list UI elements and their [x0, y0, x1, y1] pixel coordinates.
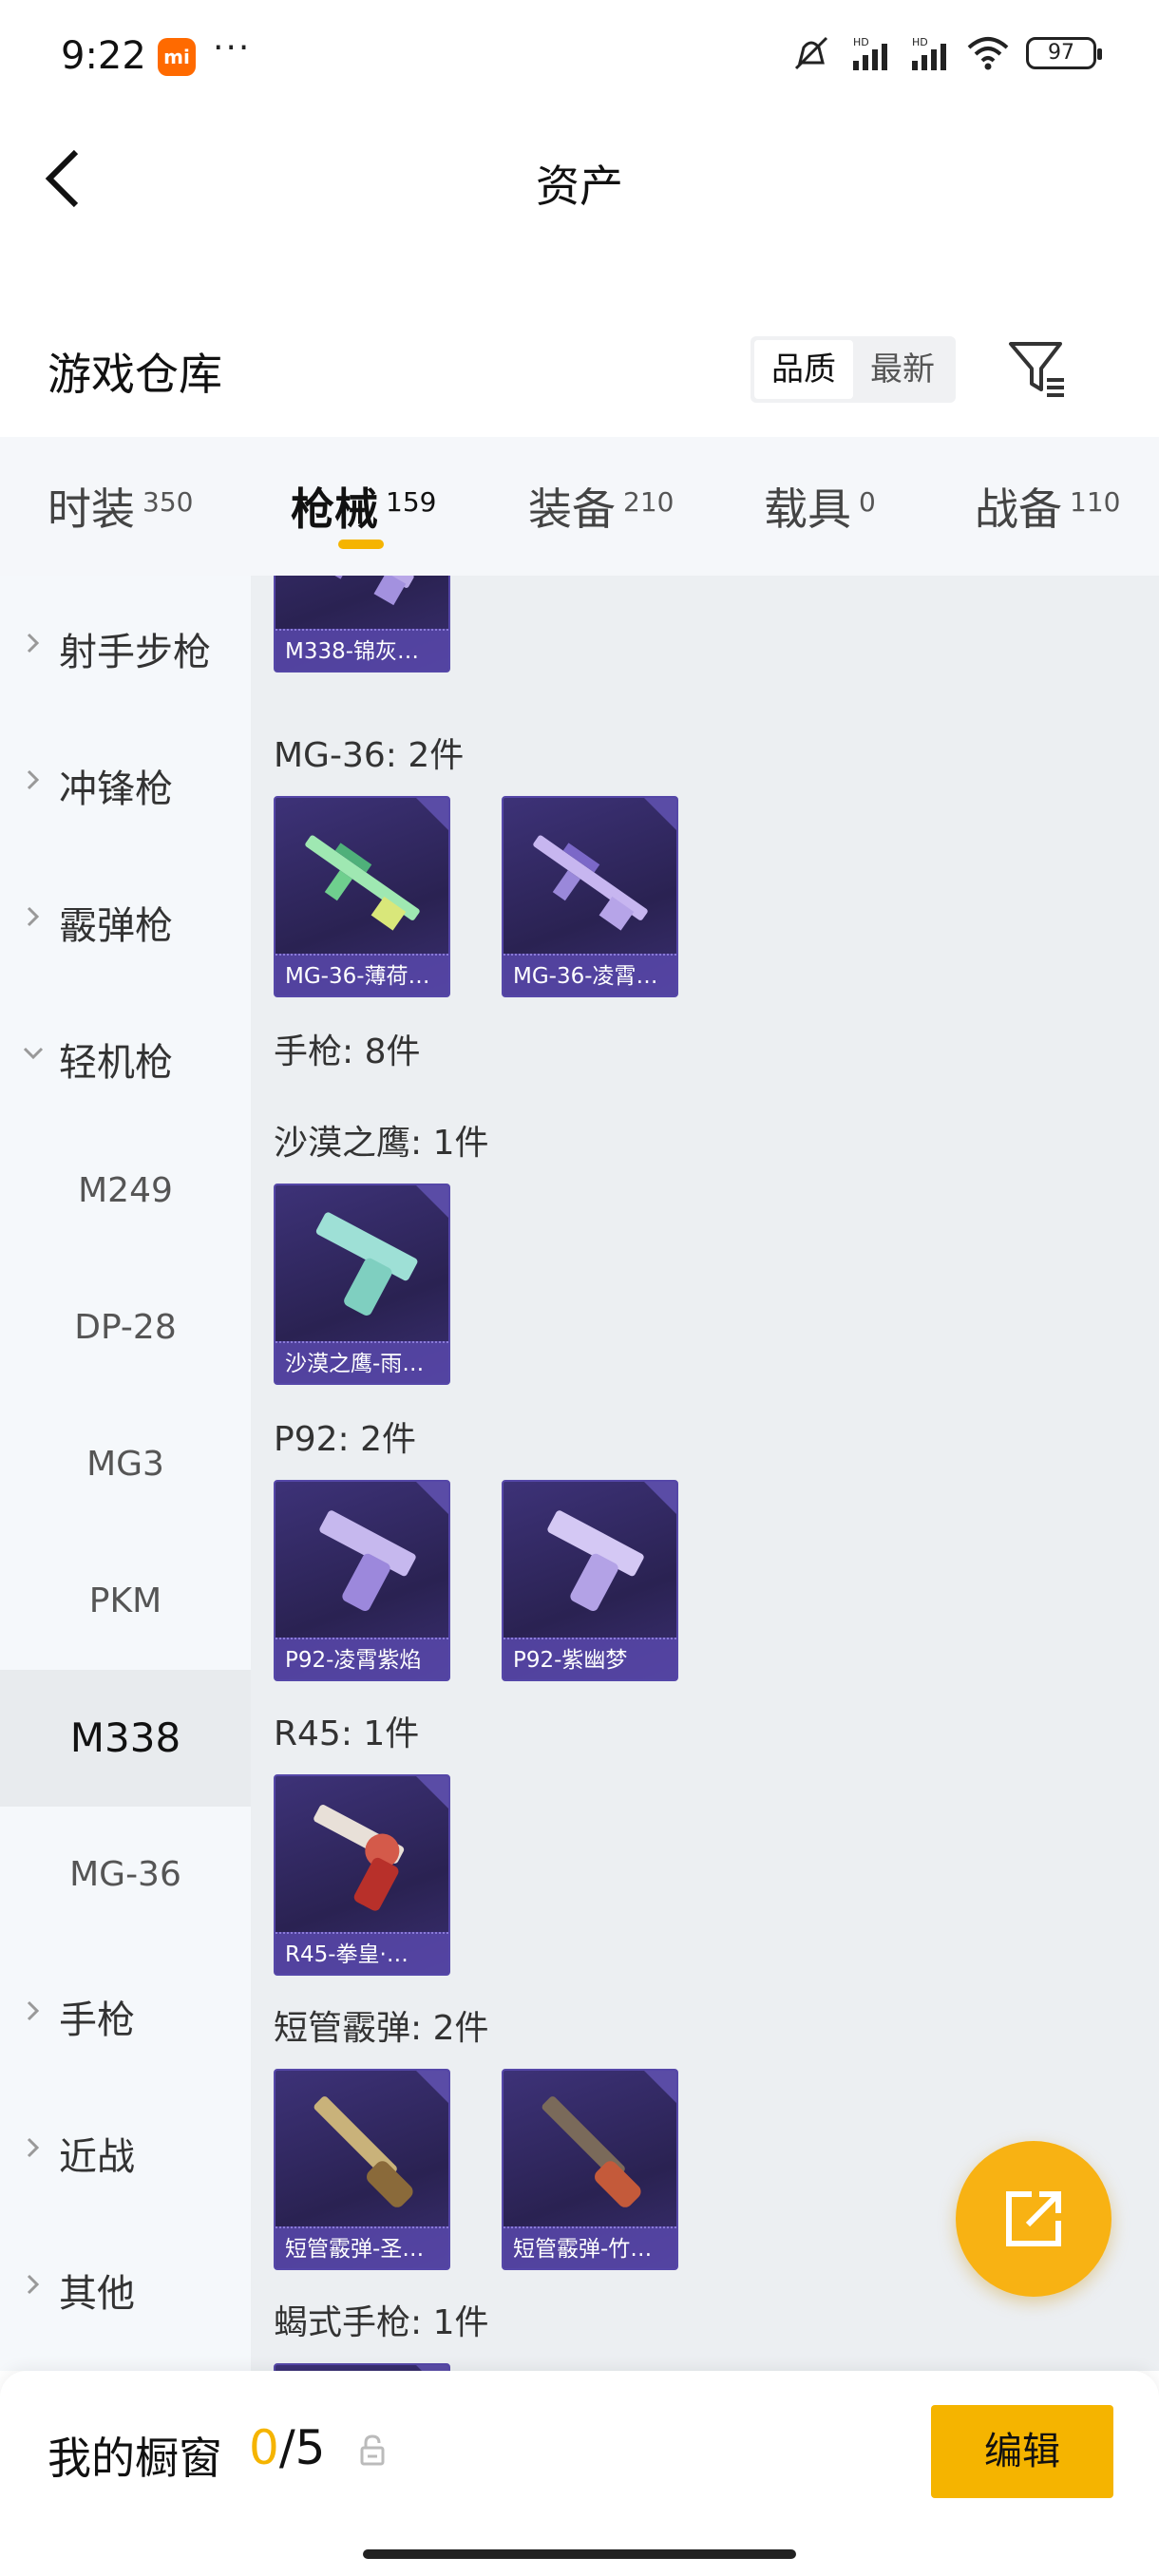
wifi-icon [967, 37, 1009, 70]
sidebar-sub-mg36[interactable]: MG-36 [0, 1807, 251, 1943]
signal-2-icon: HD [912, 36, 946, 70]
sidebar-sub-m249[interactable]: M249 [0, 1123, 251, 1260]
tab-firearms[interactable]: 枪械 159 [291, 475, 436, 538]
chevron-right-icon [27, 2137, 40, 2158]
filter-icon[interactable] [1005, 336, 1068, 399]
item-card[interactable]: 短管霰弹-圣… [274, 2069, 450, 2270]
sidebar-sub-m338[interactable]: M338 [0, 1670, 251, 1807]
group-title-mg36: MG-36: 2件 [274, 736, 465, 775]
chevron-right-icon [27, 769, 40, 790]
status-bar: 9:22 mi ··· HD HD 97 [0, 0, 1159, 112]
pistol-skin-icon [315, 1212, 418, 1316]
chevron-down-icon [23, 1047, 44, 1060]
tab-battle-gear[interactable]: 战备 110 [975, 475, 1120, 538]
group-title-p92: P92: 2件 [274, 1420, 416, 1459]
share-icon [1006, 2191, 1061, 2246]
sort-toggle: 品质 最新 [750, 336, 956, 403]
warehouse-title: 游戏仓库 [48, 349, 222, 400]
chevron-right-icon [27, 633, 40, 653]
chevron-right-icon [27, 906, 40, 927]
item-card[interactable]: 短管霰弹-竹… [502, 2069, 678, 2270]
item-card[interactable]: M338-锦灰… [274, 576, 450, 672]
sort-newest-button[interactable]: 最新 [853, 340, 952, 399]
page-title: 资产 [536, 161, 623, 212]
home-indicator[interactable] [363, 2549, 796, 2559]
group-title-desert-eagle: 沙漠之鹰: 1件 [274, 1124, 489, 1163]
category-tabs: 时装 350 枪械 159 装备 210 载具 0 战备 110 [0, 437, 1159, 576]
item-card[interactable]: R45-拳皇·… [274, 1774, 450, 1976]
svg-text:HD: HD [853, 36, 869, 48]
sidebar-item-marksman-rifle[interactable]: 射手步枪 [0, 576, 251, 712]
shotgun-skin-icon [314, 2096, 413, 2207]
sort-quality-button[interactable]: 品质 [754, 340, 853, 399]
chevron-right-icon [27, 2000, 40, 2021]
item-list: M338-锦灰… MG-36: 2件 MG-36-薄荷… MG-36-凌霄… 手… [251, 576, 1159, 2371]
pistol-skin-icon [319, 1510, 416, 1611]
item-card[interactable]: MG-36-凌霄… [502, 796, 678, 997]
showcase-title: 我的橱窗 [48, 2433, 222, 2484]
lock-icon [360, 2434, 385, 2466]
sidebar-item-lmg[interactable]: 轻机枪 [0, 986, 251, 1123]
category-sidebar: 射手步枪 冲锋枪 霰弹枪 轻机枪 M249 DP-28 MG3 PKM M338… [0, 576, 251, 2371]
active-tab-indicator [338, 540, 384, 549]
sidebar-sub-pkm[interactable]: PKM [0, 1533, 251, 1670]
tab-fashion[interactable]: 时装 350 [48, 475, 193, 538]
rifle-skin-icon [533, 835, 648, 931]
group-title-sawed-off: 短管霰弹: 2件 [274, 2009, 489, 2048]
app-header: 资产 [0, 112, 1159, 245]
chevron-right-icon [27, 2274, 40, 2295]
sidebar-item-smg[interactable]: 冲锋枪 [0, 712, 251, 849]
tab-equipment[interactable]: 装备 210 [528, 475, 674, 538]
revolver-skin-icon [314, 1805, 405, 1911]
item-card[interactable]: MG-36-薄荷… [274, 796, 450, 997]
more-notifications-icon: ··· [213, 28, 252, 67]
signal-icon: HD [853, 36, 887, 70]
sidebar-sub-dp28[interactable]: DP-28 [0, 1260, 251, 1396]
pistol-skin-icon [547, 1510, 644, 1611]
sidebar-item-melee[interactable]: 近战 [0, 2080, 251, 2217]
item-card[interactable]: 沙漠之鹰-雨… [274, 1184, 450, 1385]
sidebar-sub-mg3[interactable]: MG3 [0, 1396, 251, 1533]
group-title-r45: R45: 1件 [274, 1714, 420, 1753]
status-time: 9:22 [61, 34, 146, 78]
group-title-scorpion: 蝎式手枪: 1件 [274, 2303, 489, 2342]
item-card[interactable]: P92-紫幽梦 [502, 1480, 678, 1681]
showcase-count: 0/5 [249, 2420, 326, 2475]
svg-text:HD: HD [912, 36, 928, 48]
share-button[interactable] [956, 2141, 1112, 2297]
rifle-skin-icon [305, 835, 420, 931]
item-card[interactable] [274, 2363, 450, 2371]
item-card[interactable]: P92-凌霄紫焰 [274, 1480, 450, 1681]
showcase-bar: 我的橱窗 0/5 编辑 [0, 2371, 1159, 2576]
sidebar-item-shotgun[interactable]: 霰弹枪 [0, 849, 251, 986]
tab-vehicles[interactable]: 载具 0 [764, 475, 876, 538]
battery-icon: 97 [1026, 37, 1102, 69]
mute-icon [794, 36, 828, 70]
sidebar-item-pistol[interactable]: 手枪 [0, 1943, 251, 2080]
mi-badge-icon: mi [158, 38, 196, 76]
sidebar-item-other[interactable]: 其他 [0, 2217, 251, 2354]
edit-button[interactable]: 编辑 [931, 2405, 1113, 2498]
group-title-pistol: 手枪: 8件 [274, 1032, 421, 1071]
rifle-skin-icon [309, 576, 414, 606]
shotgun-skin-icon [542, 2096, 641, 2207]
